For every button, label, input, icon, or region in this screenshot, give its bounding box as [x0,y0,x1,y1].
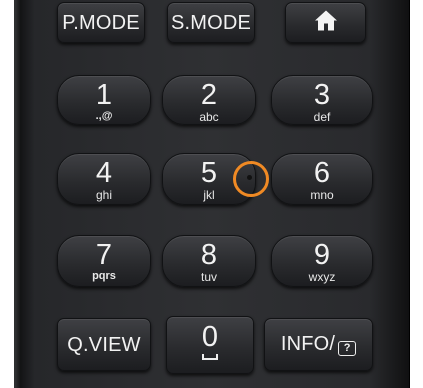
info-button[interactable]: INFO/? [264,318,373,371]
key-1-digit: 1 [95,79,113,111]
q-view-label: Q.VIEW [67,333,141,356]
key-1-button[interactable]: 1 .,@ [57,75,151,125]
p-mode-label: P.MODE [62,11,140,34]
home-icon [314,9,338,36]
key-7-button[interactable]: 7 pqrs [57,235,151,287]
key-2-button[interactable]: 2 abc [162,75,256,125]
q-view-button[interactable]: Q.VIEW [57,318,151,371]
remote-edge-highlight [14,0,20,388]
space-icon [202,354,218,360]
key-2-letters: abc [199,110,219,124]
key-6-button[interactable]: 6 mno [271,153,373,205]
s-mode-label: S.MODE [170,11,252,34]
info-label-wrap: INFO/? [265,334,372,356]
key-1-letters: .,@ [95,110,113,122]
key-0-digit: 0 [201,321,219,353]
key-8-button[interactable]: 8 tuv [162,235,256,287]
key-4-button[interactable]: 4 ghi [57,153,151,205]
key-8-letters: tuv [200,270,217,284]
key-4-letters: ghi [95,188,112,202]
key-3-letters: def [313,110,331,124]
home-button[interactable] [285,2,366,43]
key-4-digit: 4 [95,157,113,189]
key-6-letters: mno [310,188,334,202]
key-9-letters: wxyz [308,270,336,284]
key-7-digit: 7 [95,239,113,271]
p-mode-button[interactable]: P.MODE [57,2,145,43]
touch-indicator-ring [233,161,269,197]
key-9-digit: 9 [313,239,331,271]
s-mode-button[interactable]: S.MODE [167,2,255,43]
key-2-digit: 2 [200,79,218,111]
key-3-button[interactable]: 3 def [271,75,373,125]
info-label: INFO/ [280,332,336,355]
key-8-digit: 8 [200,239,218,271]
question-box-icon: ? [338,340,357,356]
key-0-button[interactable]: 0 [166,316,254,374]
key-3-digit: 3 [313,79,331,111]
key-6-digit: 6 [313,157,331,189]
key-7-letters: pqrs [92,270,116,282]
key-9-button[interactable]: 9 wxyz [271,235,373,287]
